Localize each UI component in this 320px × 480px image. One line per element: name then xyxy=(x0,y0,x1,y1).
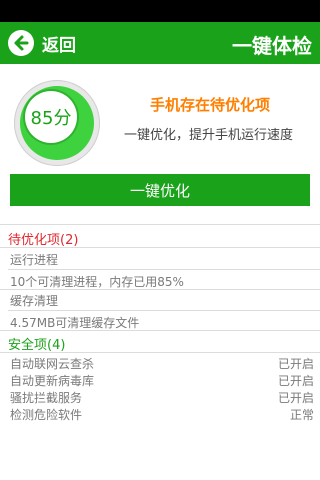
security-item-label: 检测危险软件 xyxy=(10,408,83,422)
divider xyxy=(0,289,320,290)
security-item[interactable]: 骚扰拦截服务 已开启 xyxy=(10,389,314,407)
security-item[interactable]: 自动更新病毒库 已开启 xyxy=(10,372,314,390)
pending-item-title[interactable]: 缓存清理 xyxy=(10,292,58,309)
back-label: 返回 xyxy=(42,35,76,56)
security-item[interactable]: 自动联网云查杀 已开启 xyxy=(10,355,314,373)
pending-item-detail: 4.57MB可清理缓存文件 xyxy=(10,316,140,330)
divider xyxy=(0,330,320,331)
security-item-status: 已开启 xyxy=(277,374,314,388)
pending-item-title[interactable]: 运行进程 xyxy=(10,251,58,268)
divider xyxy=(0,224,320,225)
security-section-header: 安全项(4) xyxy=(8,338,66,353)
pending-item-detail: 10个可清理进程，内存已用85% xyxy=(10,275,184,289)
divider xyxy=(8,310,320,311)
back-arrow-icon xyxy=(8,30,34,56)
pending-section-header: 待优化项(2) xyxy=(8,233,79,248)
checkup-summary: 85分 手机存在待优化项 一键优化，提升手机运行速度 xyxy=(0,64,320,174)
one-click-optimize-button[interactable]: 一键优化 xyxy=(10,174,310,206)
title-bar: 返回 一键体检 xyxy=(0,22,320,64)
divider xyxy=(0,247,320,248)
summary-title: 手机存在待优化项 xyxy=(150,96,271,114)
score-gauge: 85分 xyxy=(14,80,100,166)
page-title: 一键体检 xyxy=(232,34,312,58)
summary-description: 一键优化，提升手机运行速度 xyxy=(124,128,294,143)
security-item[interactable]: 检测危险软件 正常 xyxy=(10,406,314,424)
divider xyxy=(0,352,320,353)
status-bar xyxy=(0,0,320,22)
divider xyxy=(8,269,320,270)
security-item-status: 已开启 xyxy=(277,391,314,405)
security-item-label: 骚扰拦截服务 xyxy=(10,391,83,405)
security-item-label: 自动更新病毒库 xyxy=(10,374,95,388)
score-value: 85分 xyxy=(25,91,77,143)
security-item-status: 已开启 xyxy=(277,357,314,371)
back-button[interactable]: 返回 xyxy=(8,28,76,58)
security-item-label: 自动联网云查杀 xyxy=(10,357,95,371)
security-item-status: 正常 xyxy=(289,408,314,422)
